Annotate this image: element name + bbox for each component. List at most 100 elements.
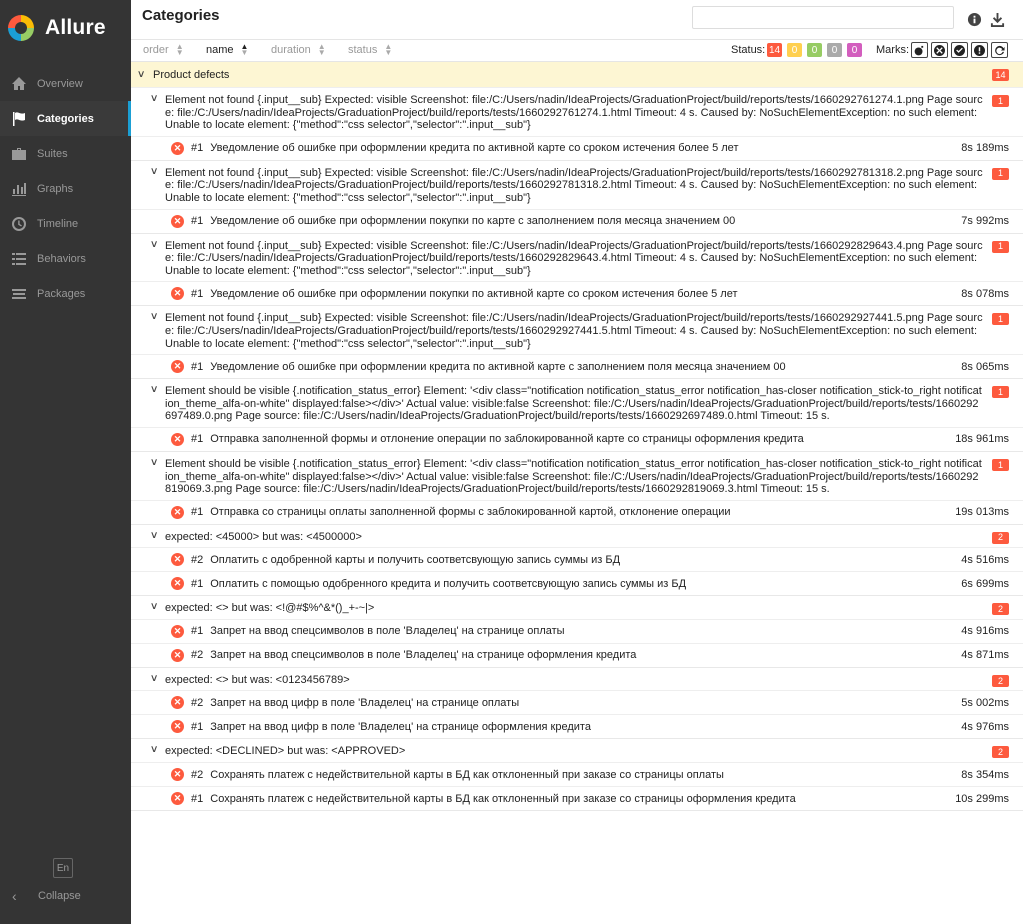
mark-new-failed-toggle[interactable] <box>931 42 948 58</box>
test-row[interactable]: ✕ #1 Отправка со страницы оплаты заполне… <box>131 499 1023 524</box>
category-header[interactable]: ∨ expected: <45000> but was: <4500000> 2 <box>131 525 1023 548</box>
info-icon <box>967 12 981 26</box>
sidebar-item-behaviors[interactable]: Behaviors <box>0 241 131 276</box>
test-row[interactable]: ✕ #2 Запрет на ввод спецсимволов в поле … <box>131 642 1023 667</box>
category-node: ∨ Element not found {.input__sub} Expect… <box>131 161 1023 234</box>
status-passed-toggle[interactable]: 0 <box>807 43 822 57</box>
sort-by-duration[interactable]: duration ▲ ▼ <box>271 43 326 57</box>
sort-by-status[interactable]: status ▲ ▼ <box>348 43 392 57</box>
category-title: Element not found {.input__sub} Expected… <box>165 312 983 350</box>
sidebar-item-overview[interactable]: Overview <box>0 66 131 101</box>
failed-status-icon: ✕ <box>171 287 184 301</box>
failed-count-badge: 2 <box>992 603 1009 616</box>
category-title: expected: <> but was: <0123456789> <box>165 673 350 686</box>
category-node: ∨ expected: <> but was: <!@#$%^&*()_+-~|… <box>131 596 1023 668</box>
search-input[interactable] <box>692 6 954 29</box>
mark-flaky-toggle[interactable] <box>911 42 928 58</box>
test-name: Сохранять платеж с недействительной карт… <box>210 792 796 805</box>
test-row[interactable]: ✕ #1 Уведомление об ошибке при оформлени… <box>131 208 1023 233</box>
categories-tree: ∨ Product defects 14 ∨ Element not found… <box>131 62 1023 812</box>
test-row[interactable]: ✕ #1 Уведомление об ошибке при оформлени… <box>131 354 1023 378</box>
flag-icon <box>10 111 28 127</box>
category-header[interactable]: ∨ expected: <> but was: <!@#$%^&*()_+-~|… <box>131 596 1023 619</box>
mark-new-broken-toggle[interactable] <box>971 42 988 58</box>
category-node: ∨ expected: <> but was: <0123456789> 2 ✕… <box>131 668 1023 740</box>
sidebar-nav: Overview Categories Suites Graphs Timeli… <box>0 66 131 311</box>
test-number: #1 <box>191 360 204 373</box>
test-duration: 4s 976ms <box>961 720 1009 733</box>
category-header[interactable]: ∨ Element should be visible {.notificati… <box>131 452 1023 500</box>
test-row[interactable]: ✕ #1 Уведомление об ошибке при оформлени… <box>131 135 1023 160</box>
test-row[interactable]: ✕ #1 Запрет на ввод цифр в поле 'Владеле… <box>131 714 1023 738</box>
test-name: Запрет на ввод цифр в поле 'Владелец' на… <box>210 720 591 733</box>
test-row[interactable]: ✕ #1 Отправка заполненной формы и отлоне… <box>131 426 1023 451</box>
status-broken-toggle[interactable]: 0 <box>787 43 802 57</box>
category-node: ∨ Element not found {.input__sub} Expect… <box>131 88 1023 161</box>
category-header[interactable]: ∨ Element not found {.input__sub} Expect… <box>131 88 1023 136</box>
sidebar-item-graphs[interactable]: Graphs <box>0 171 131 206</box>
test-row[interactable]: ✕ #2 Сохранять платеж с недействительной… <box>131 762 1023 786</box>
sidebar-item-label: Suites <box>37 147 68 160</box>
category-header[interactable]: ∨ Element should be visible {.notificati… <box>131 379 1023 427</box>
group-name: Product defects <box>153 68 230 81</box>
language-button[interactable]: En <box>53 858 73 878</box>
sidebar: Allure Overview Categories Suites Graphs… <box>0 0 131 924</box>
category-header[interactable]: ∨ Element not found {.input__sub} Expect… <box>131 234 1023 282</box>
status-failed-toggle[interactable]: 14 <box>767 43 782 57</box>
test-duration: 10s 299ms <box>955 792 1009 805</box>
collapse-button[interactable]: ‹ Collapse <box>12 888 81 904</box>
test-number: #1 <box>191 433 204 446</box>
test-number: #1 <box>191 287 204 300</box>
sidebar-item-suites[interactable]: Suites <box>0 136 131 171</box>
brand[interactable]: Allure <box>0 0 131 56</box>
category-title: expected: <> but was: <!@#$%^&*()_+-~|> <box>165 602 375 615</box>
category-header[interactable]: ∨ expected: <DECLINED> but was: <APPROVE… <box>131 739 1023 762</box>
bomb-icon <box>914 45 924 55</box>
status-skipped-toggle[interactable]: 0 <box>827 43 842 57</box>
test-row[interactable]: ✕ #2 Оплатить с одобренной карты и получ… <box>131 547 1023 571</box>
chevron-down-icon: ∨ <box>149 456 159 468</box>
test-duration: 4s 916ms <box>961 625 1009 638</box>
test-row[interactable]: ✕ #1 Оплатить с помощью одобренного кред… <box>131 571 1023 595</box>
sidebar-item-label: Categories <box>37 112 94 125</box>
test-number: #1 <box>191 720 204 733</box>
test-row[interactable]: ✕ #1 Запрет на ввод спецсимволов в поле … <box>131 618 1023 643</box>
sidebar-item-packages[interactable]: Packages <box>0 276 131 311</box>
test-name: Оплатить с помощью одобренного кредита и… <box>210 577 687 590</box>
category-header[interactable]: ∨ Element not found {.input__sub} Expect… <box>131 306 1023 354</box>
category-header[interactable]: ∨ expected: <> but was: <0123456789> 2 <box>131 668 1023 691</box>
category-group-product-defects[interactable]: ∨ Product defects 14 <box>131 62 1023 88</box>
mark-retries-toggle[interactable] <box>991 42 1008 58</box>
page-title: Categories <box>142 7 220 24</box>
test-row[interactable]: ✕ #2 Запрет на ввод цифр в поле 'Владеле… <box>131 690 1023 714</box>
failed-count-badge: 1 <box>992 386 1009 399</box>
sort-by-order[interactable]: order ▲ ▼ <box>143 43 184 57</box>
test-row[interactable]: ✕ #1 Уведомление об ошибке при оформлени… <box>131 281 1023 305</box>
test-name: Оплатить с одобренной карты и получить с… <box>210 553 621 566</box>
test-name: Уведомление об ошибке при оформлении кре… <box>210 142 739 155</box>
collapse-label: Collapse <box>38 890 81 902</box>
test-duration: 8s 065ms <box>961 360 1009 373</box>
list-icon <box>10 251 28 267</box>
sidebar-item-timeline[interactable]: Timeline <box>0 206 131 241</box>
test-row[interactable]: ✕ #1 Сохранять платеж с недействительной… <box>131 786 1023 810</box>
toolbar: order ▲ ▼ name ▲ ▼ duration ▲ ▼ status ▲ ▼ S… <box>131 40 1023 62</box>
chevron-down-icon: ∨ <box>149 601 159 613</box>
category-node: ∨ expected: <DECLINED> but was: <APPROVE… <box>131 739 1023 812</box>
failed-count-badge: 2 <box>992 674 1009 687</box>
sidebar-item-categories[interactable]: Categories <box>0 101 131 136</box>
failed-count-badge: 2 <box>992 746 1009 759</box>
test-name: Запрет на ввод спецсимволов в поле 'Влад… <box>210 625 565 638</box>
download-button[interactable] <box>988 10 1006 28</box>
status-unknown-toggle[interactable]: 0 <box>847 43 862 57</box>
sort-label: status <box>348 44 378 56</box>
mark-new-passed-toggle[interactable] <box>951 42 968 58</box>
test-duration: 4s 871ms <box>961 649 1009 662</box>
category-header[interactable]: ∨ Element not found {.input__sub} Expect… <box>131 161 1023 209</box>
info-button[interactable] <box>965 10 983 28</box>
marks-filter-label: Marks: <box>876 44 909 56</box>
sort-by-name[interactable]: name ▲ ▼ <box>206 43 248 57</box>
failed-status-icon: ✕ <box>171 720 184 734</box>
test-duration: 8s 078ms <box>961 287 1009 300</box>
category-node: ∨ Element should be visible {.notificati… <box>131 452 1023 525</box>
